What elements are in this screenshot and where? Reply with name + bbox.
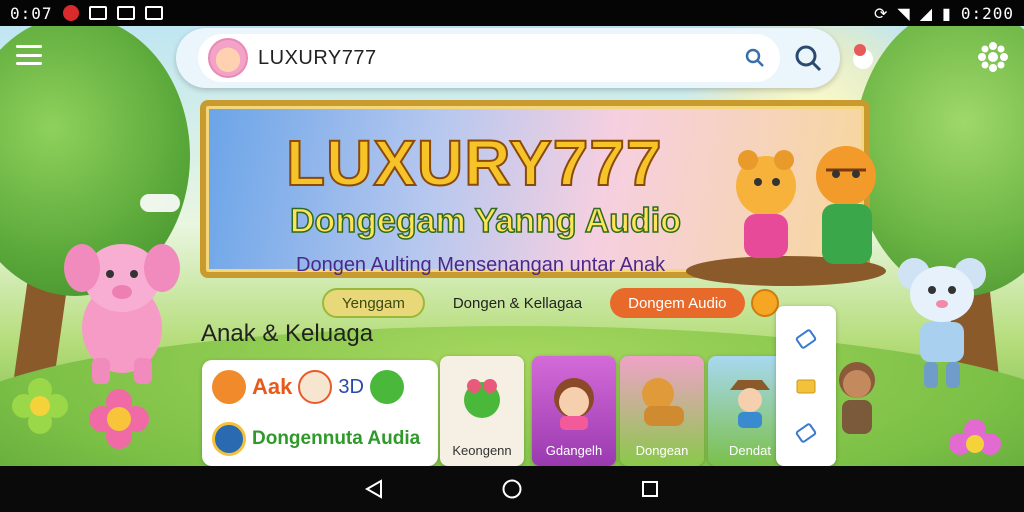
girl-icon	[554, 378, 594, 430]
sync-icon: ⟳	[873, 3, 888, 23]
status-time-left: 0:07	[10, 3, 53, 23]
featured-row-1-text: Aak	[252, 374, 293, 399]
featured-row-1-suffix: 3D	[338, 375, 364, 398]
ticket-icon[interactable]	[792, 419, 820, 447]
menu-icon[interactable]	[16, 45, 42, 65]
kid-face-icon	[298, 370, 333, 404]
chip-yenggam[interactable]: Yenggam	[322, 288, 425, 318]
navigation-bar	[0, 466, 1024, 512]
frog-icon	[464, 379, 500, 418]
featured-row-2-text: Dongennuta Audia	[252, 428, 421, 449]
status-time-right: 0:200	[960, 3, 1014, 23]
badge-icon[interactable]	[750, 289, 779, 317]
status-left: 0:07	[10, 4, 163, 23]
home-icon[interactable]	[499, 476, 525, 502]
avatar[interactable]	[208, 38, 248, 78]
chip-dongen-kellagaa[interactable]: Dongen & Kellagaa	[435, 288, 600, 318]
section-title: Anak & Keluaga	[201, 320, 374, 347]
recents-icon[interactable]	[637, 476, 663, 502]
search-field-container[interactable]: LUXURY777	[198, 34, 780, 82]
back-icon[interactable]	[361, 476, 387, 502]
banner-tagline: Dongen Aulting Mensenangan untar Anak	[296, 254, 666, 276]
banner-frame: LUXURY777 Dongegam Yanng Audio Dongen Au…	[200, 100, 886, 286]
folder-icon[interactable]	[792, 372, 820, 400]
card-label: Gdangelh	[545, 443, 603, 458]
shield-icon	[212, 422, 246, 456]
side-toolbar	[776, 306, 836, 466]
signal-icon: ◢	[919, 3, 933, 23]
wifi-icon: ◥	[897, 3, 910, 23]
status-bar: 0:07 ⟳ ◥ ◢ ▮ 0:200	[0, 0, 1024, 26]
bird-icon[interactable]	[848, 42, 878, 76]
green-character-icon	[369, 370, 404, 404]
gallery-icon	[144, 6, 163, 20]
flower-pink-icon	[89, 389, 149, 449]
card-label: Keongenn	[452, 443, 512, 458]
background-scene: LUXURY777 LUXURY777 Dongegam Yanng Audio…	[0, 26, 1024, 466]
featured-card[interactable]: Aak 3D Dongennuta Audia	[202, 360, 438, 466]
flower-yellow-icon	[12, 378, 68, 434]
card-dongean[interactable]: Dongean	[620, 356, 704, 466]
blue-mouse-illustration	[898, 258, 986, 388]
voice-search-icon[interactable]	[790, 40, 826, 76]
top-right-icons	[848, 42, 1008, 76]
search-bar: LUXURY777	[176, 28, 840, 88]
pear-icon	[212, 370, 246, 404]
calendar-icon	[88, 6, 107, 20]
banner-title: LUXURY777	[285, 126, 663, 200]
filter-chips: Yenggam Dongen & Kellagaa Dongem Audio	[322, 288, 779, 318]
search-icon[interactable]	[740, 43, 770, 73]
battery-icon: ▮	[942, 3, 951, 23]
card-gdangelh[interactable]: Gdangelh	[532, 356, 616, 466]
search-input[interactable]: LUXURY777	[258, 47, 730, 70]
media-icon	[116, 6, 135, 20]
lion-cub-icon	[642, 378, 684, 426]
featured-row-1: Aak 3D	[212, 370, 404, 404]
explorer-boy-icon	[730, 380, 770, 428]
card-label: Dongean	[635, 443, 689, 458]
banner-subtitle: Dongegam Yanng Audio	[289, 201, 682, 241]
cloud	[140, 194, 180, 212]
chip-dongem-audio[interactable]: Dongem Audio	[610, 288, 745, 318]
notification-icon	[62, 5, 79, 21]
banner-animals-illustration	[736, 146, 876, 264]
status-right: ⟳ ◥ ◢ ▮ 0:200	[874, 4, 1014, 23]
tag-icon[interactable]	[792, 325, 820, 353]
hero-banner[interactable]: LUXURY777 Dongegam Yanng Audio Dongen Au…	[178, 92, 886, 286]
app-panel: LUXURY777 LUXURY777 Dongegam Yanng Audio…	[176, 26, 886, 466]
pink-elephant-illustration	[64, 244, 180, 384]
card-keongenn[interactable]: Keongenn	[440, 356, 524, 466]
flower-purple-icon	[949, 419, 1001, 455]
featured-row-2: Dongennuta Audia	[212, 422, 420, 456]
settings-icon[interactable]	[978, 42, 1008, 76]
